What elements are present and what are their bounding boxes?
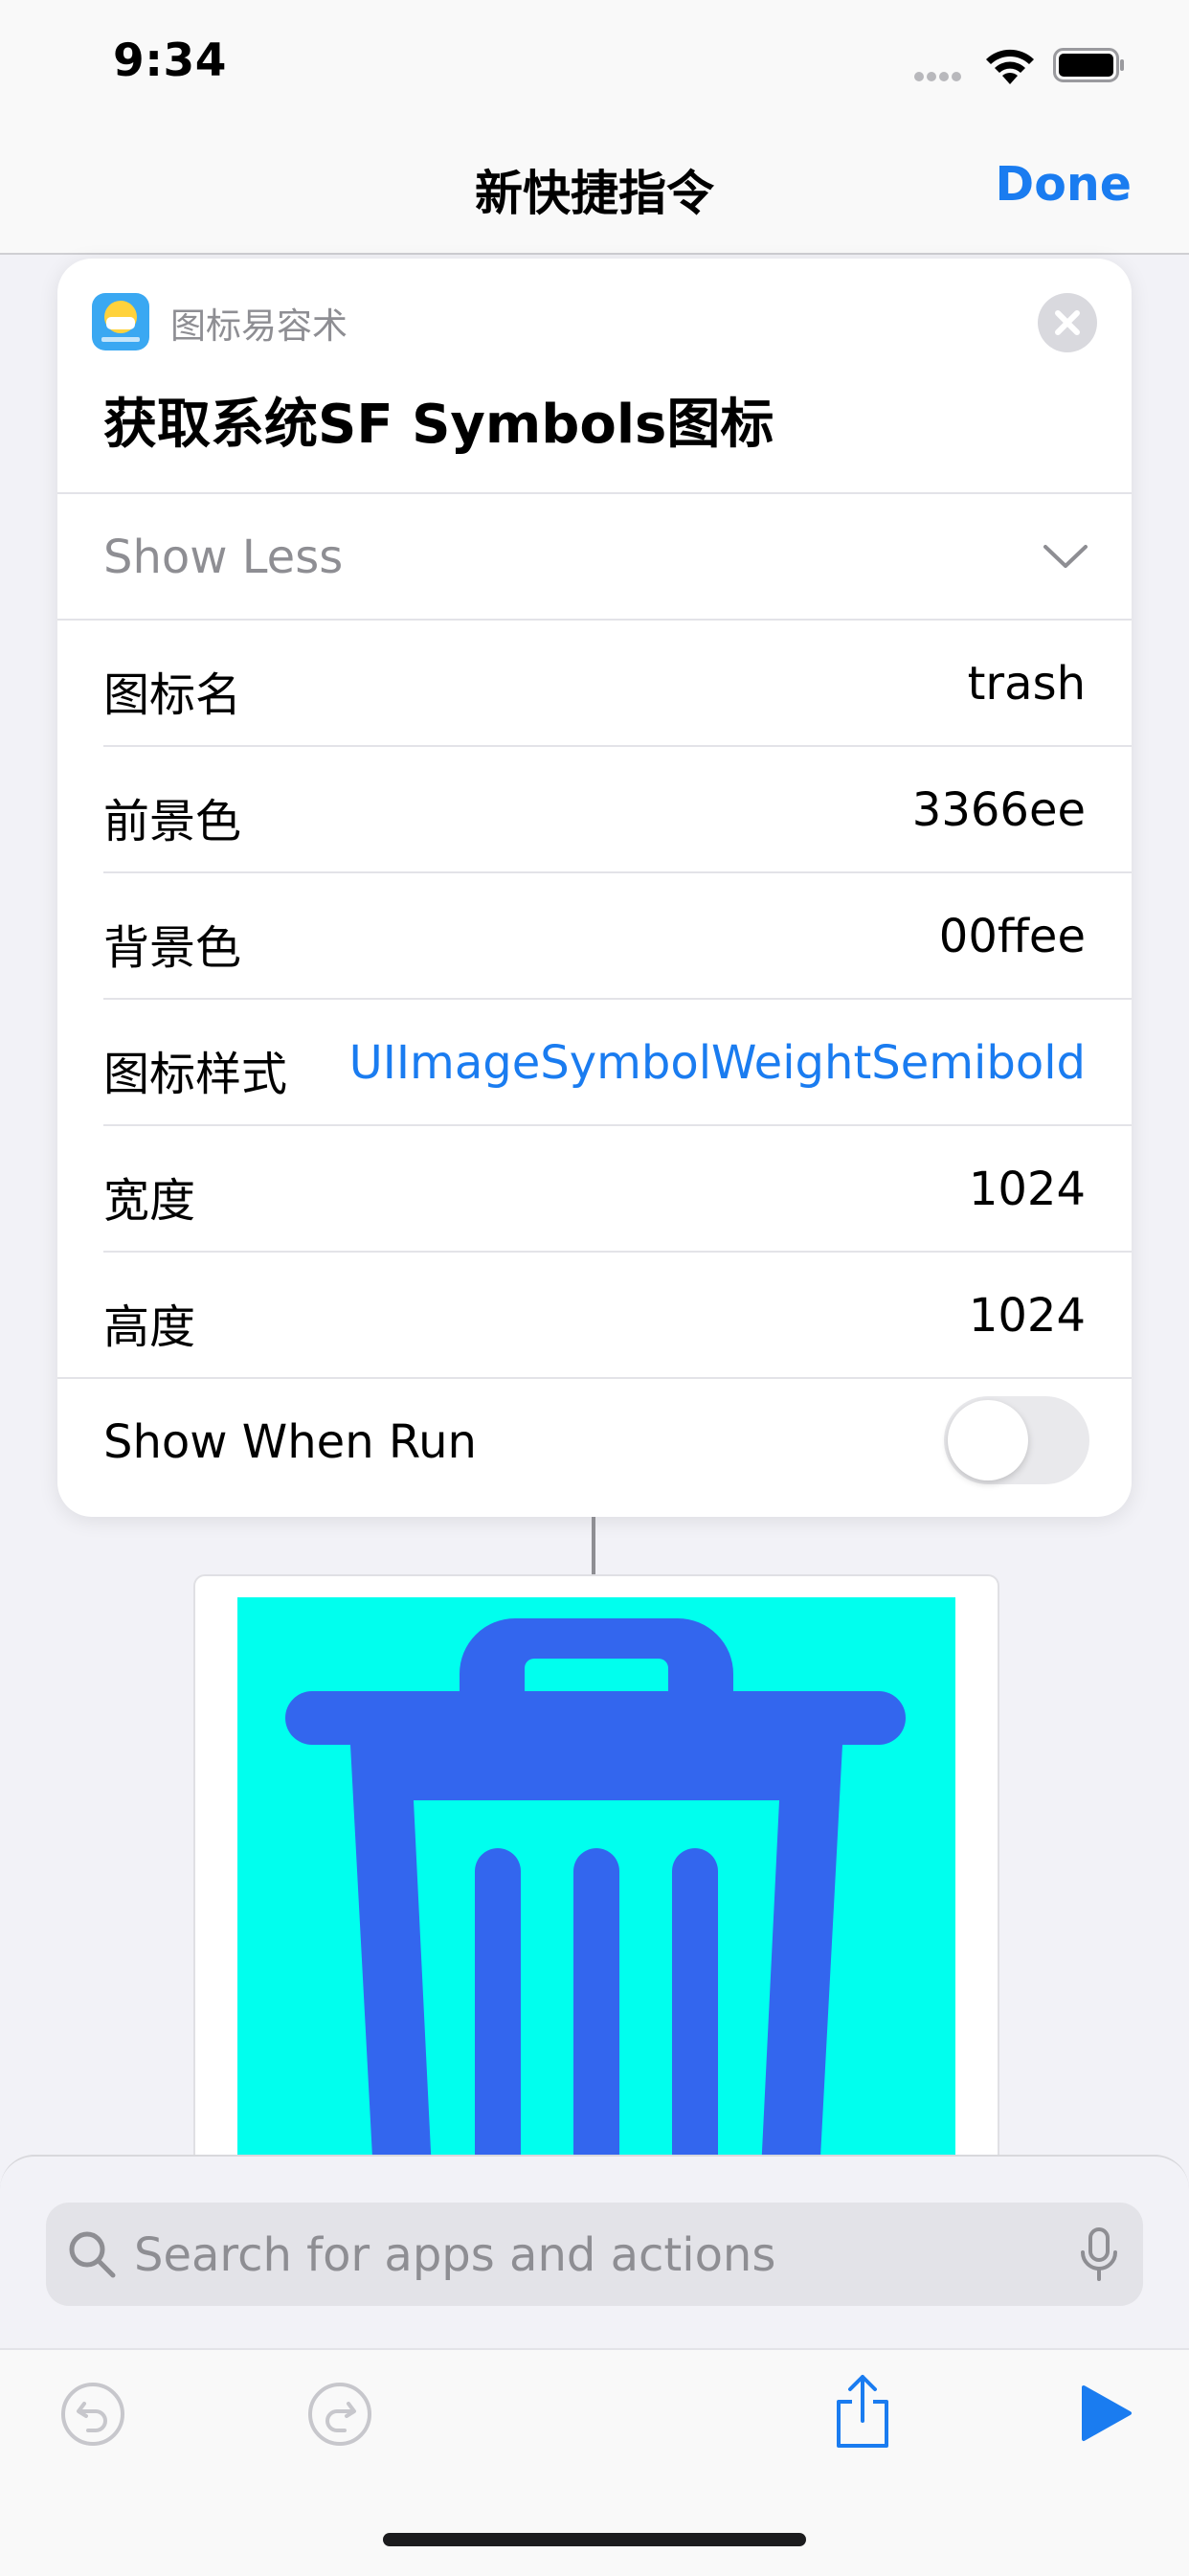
- preview-image: [237, 1597, 955, 2229]
- signal-dots-icon: [914, 67, 964, 85]
- param-label: 背景色: [103, 921, 242, 975]
- param-value[interactable]: 1024: [969, 1289, 1086, 1343]
- param-label: 图标样式: [103, 1048, 288, 1101]
- done-button[interactable]: Done: [996, 157, 1132, 212]
- wifi-icon: [986, 49, 1034, 84]
- play-icon[interactable]: [1080, 2384, 1133, 2442]
- battery-icon: [1053, 48, 1124, 82]
- close-icon: [1055, 310, 1080, 335]
- share-icon[interactable]: [831, 2371, 894, 2452]
- show-less-row[interactable]: Show Less: [57, 492, 1132, 619]
- undo-icon[interactable]: [59, 2381, 126, 2448]
- toggle-knob: [948, 1400, 1028, 1480]
- status-time: 9:34: [113, 34, 227, 87]
- home-indicator: [383, 2533, 806, 2546]
- param-label: 宽度: [103, 1174, 196, 1228]
- param-row-width[interactable]: 宽度 1024: [57, 1124, 1132, 1251]
- param-label: 高度: [103, 1300, 196, 1354]
- microphone-icon[interactable]: [1080, 2227, 1118, 2283]
- param-row-foreground-color[interactable]: 前景色 3366ee: [57, 745, 1132, 871]
- action-card: 图标易容术 获取系统SF Symbols图标 Show Less 图标名 tra…: [57, 259, 1132, 1517]
- param-row-background-color[interactable]: 背景色 00ffee: [57, 871, 1132, 998]
- app-mask-face-icon: [92, 293, 149, 350]
- param-label: 前景色: [103, 795, 242, 848]
- show-when-run-row: Show When Run: [57, 1377, 1132, 1517]
- redo-icon[interactable]: [306, 2381, 373, 2448]
- show-less-label: Show Less: [103, 531, 344, 584]
- param-value[interactable]: 1024: [969, 1163, 1086, 1216]
- action-title: 获取系统SF Symbols图标: [103, 394, 774, 456]
- param-row-icon-style[interactable]: 图标样式 UIImageSymbolWeightSemibold: [57, 998, 1132, 1124]
- result-preview[interactable]: [193, 1574, 999, 2248]
- status-bar: 9:34: [0, 0, 1189, 134]
- trash-icon: [285, 1618, 906, 2229]
- search-input[interactable]: [132, 2222, 998, 2289]
- app-name: 图标易容术: [170, 305, 348, 347]
- param-value[interactable]: 00ffee: [939, 910, 1086, 963]
- navigation-bar: 新快捷指令 Done: [0, 134, 1189, 255]
- chevron-down-icon: [1043, 545, 1088, 568]
- param-row-height[interactable]: 高度 1024: [57, 1251, 1132, 1377]
- show-when-run-toggle[interactable]: [944, 1396, 1089, 1484]
- param-value[interactable]: trash: [968, 657, 1086, 711]
- connector-line: [592, 1517, 595, 1574]
- param-label: 图标名: [103, 668, 242, 722]
- param-row-icon-name[interactable]: 图标名 trash: [57, 619, 1132, 745]
- search-icon: [69, 2231, 116, 2278]
- search-box[interactable]: [46, 2203, 1143, 2306]
- show-when-run-label: Show When Run: [103, 1415, 477, 1469]
- param-value[interactable]: 3366ee: [912, 783, 1086, 837]
- close-button[interactable]: [1038, 293, 1097, 352]
- param-value[interactable]: UIImageSymbolWeightSemibold: [349, 1036, 1086, 1090]
